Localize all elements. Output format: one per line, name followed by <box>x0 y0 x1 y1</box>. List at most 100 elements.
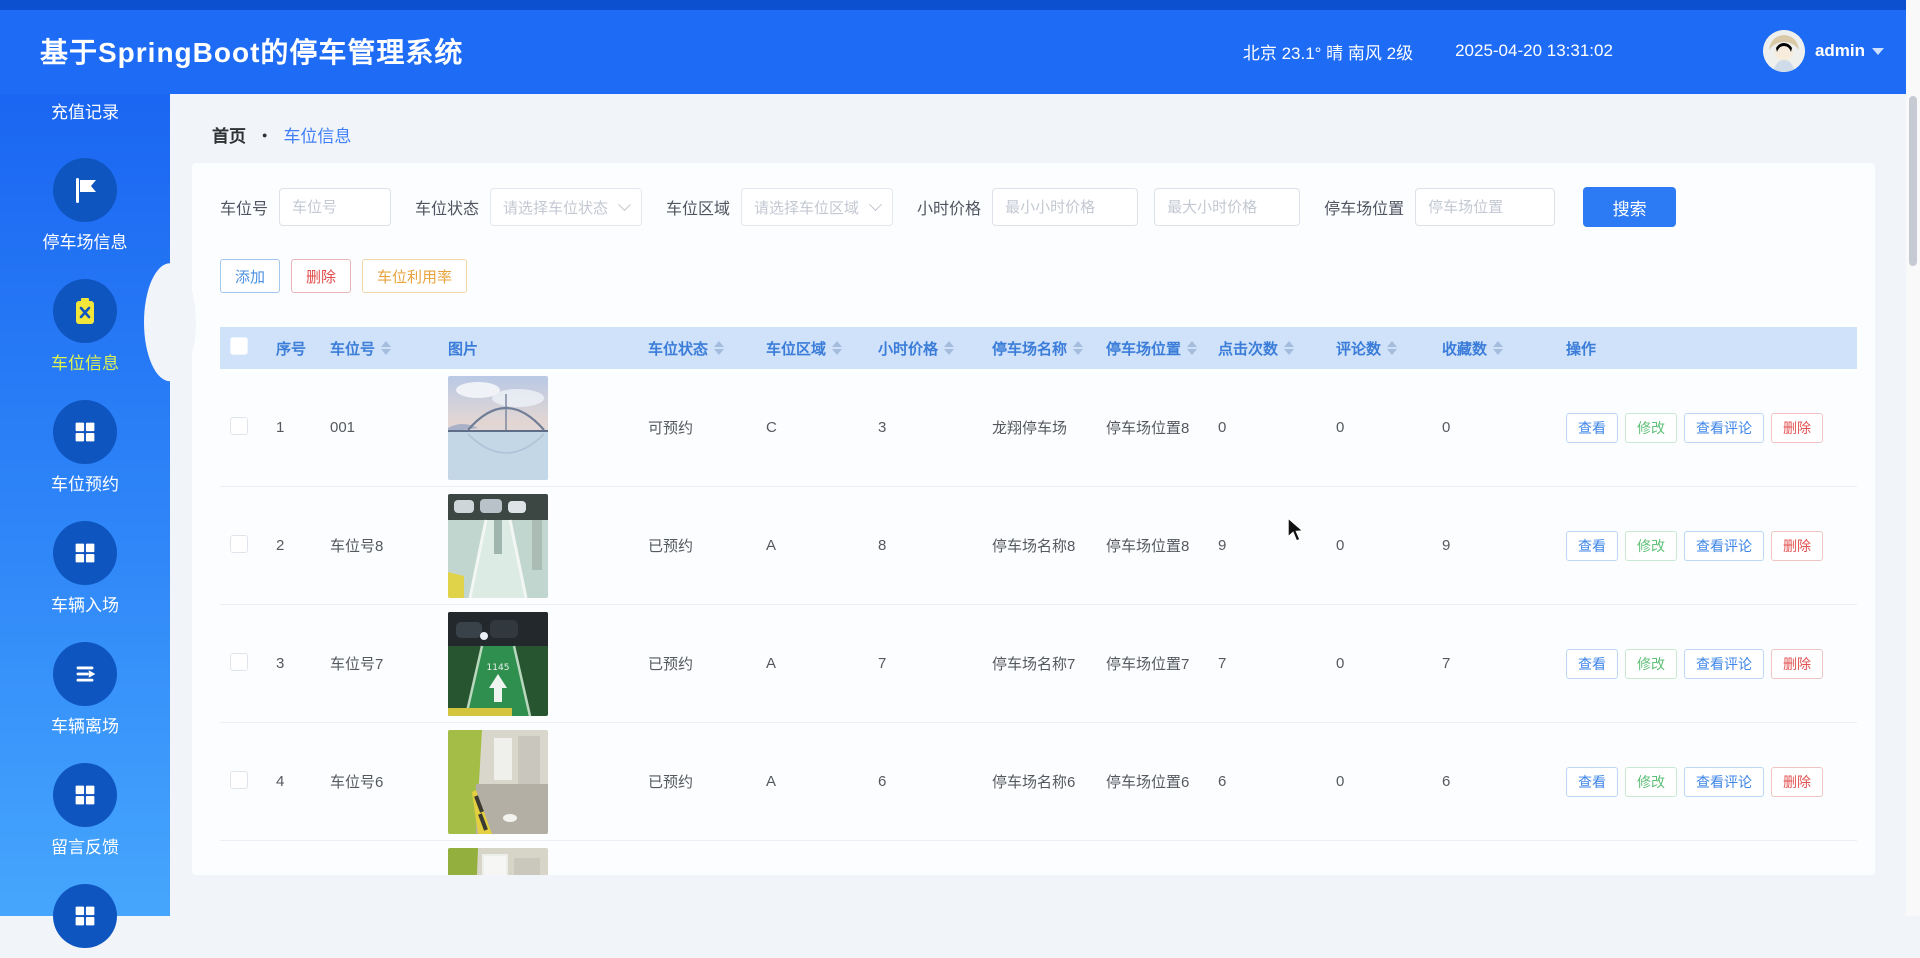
cell-lot-name: 停车场名称5 <box>982 841 1096 876</box>
slot-photo[interactable]: 1145 <box>448 612 548 716</box>
sort-icon[interactable] <box>1387 341 1397 355</box>
sidebar-item-vehicle-entry[interactable]: 车辆入场 <box>0 521 170 617</box>
row-delete-button[interactable]: 删除 <box>1771 767 1823 797</box>
cell-area: A <box>756 841 868 876</box>
sidebar-item-recharge-records[interactable]: 充值记录 <box>0 102 170 124</box>
sort-icon[interactable] <box>1284 341 1294 355</box>
user-menu[interactable]: admin <box>1815 41 1884 61</box>
sidebar-item-vehicle-exit[interactable]: 车辆离场 <box>0 642 170 738</box>
view-button[interactable]: 查看 <box>1566 531 1618 561</box>
cell-area: A <box>756 487 868 605</box>
row-checkbox[interactable] <box>230 653 248 671</box>
cell-price: 8 <box>868 487 982 605</box>
utilization-button[interactable]: 车位利用率 <box>362 259 467 293</box>
scrollbar[interactable] <box>1906 0 1920 916</box>
location-label: 停车场位置 <box>1324 195 1404 219</box>
area-select[interactable]: 请选择车位区域 <box>741 188 893 226</box>
view-button[interactable]: 查看 <box>1566 413 1618 443</box>
sort-icon[interactable] <box>714 341 724 355</box>
view-button[interactable]: 查看 <box>1566 649 1618 679</box>
sidebar-item-parking-lot-info[interactable]: 停车场信息 <box>0 158 170 254</box>
sort-icon[interactable] <box>944 341 954 355</box>
sort-icon[interactable] <box>1493 341 1503 355</box>
edit-button[interactable]: 修改 <box>1625 413 1677 443</box>
row-checkbox[interactable] <box>230 535 248 553</box>
status-select[interactable]: 请选择车位状态 <box>490 188 642 226</box>
chevron-down-icon <box>618 198 631 211</box>
content-panel: 车位号 车位状态 请选择车位状态 车位区域 请选择车位区域 小时价格 停车场位置… <box>192 163 1875 875</box>
price-max-input[interactable] <box>1154 188 1300 226</box>
sort-icon[interactable] <box>381 341 391 355</box>
cell-favorites: 6 <box>1432 723 1556 841</box>
sidebar-item-feedback[interactable]: 留言反馈 <box>0 763 170 859</box>
edit-button[interactable]: 修改 <box>1625 649 1677 679</box>
col-actions: 操作 <box>1566 338 1596 359</box>
flag-icon <box>53 158 117 222</box>
cell-lot-location: 停车场位置8 <box>1096 369 1208 487</box>
parking-slot-icon <box>53 279 117 343</box>
cell-area: A <box>756 605 868 723</box>
sidebar: 充值记录 停车场信息 车位信息 车位预约 <box>0 94 170 916</box>
row-delete-button[interactable]: 删除 <box>1771 413 1823 443</box>
app-title: 基于SpringBoot的停车管理系统 <box>40 31 463 71</box>
edit-button[interactable]: 修改 <box>1625 531 1677 561</box>
cell-favorites: 7 <box>1432 605 1556 723</box>
sidebar-item-more[interactable] <box>0 884 170 958</box>
view-comments-button[interactable]: 查看评论 <box>1684 413 1764 443</box>
row-checkbox[interactable] <box>230 771 248 789</box>
avatar[interactable] <box>1763 30 1805 72</box>
sort-icon[interactable] <box>1187 341 1197 355</box>
slot-photo[interactable] <box>448 730 548 834</box>
exit-list-icon <box>53 642 117 706</box>
view-comments-button[interactable]: 查看评论 <box>1684 531 1764 561</box>
cell-clicks: 9 <box>1208 487 1326 605</box>
sidebar-item-slot-reservation[interactable]: 车位预约 <box>0 400 170 496</box>
sidebar-item-parking-slot-info[interactable]: 车位信息 <box>0 279 170 375</box>
location-input[interactable] <box>1415 188 1555 226</box>
sidebar-item-label: 车位预约 <box>51 474 119 496</box>
view-comments-button[interactable]: 查看评论 <box>1684 767 1764 797</box>
table-row: 4 车位号6 <box>220 723 1857 841</box>
slot-photo[interactable] <box>448 494 548 598</box>
row-delete-button[interactable]: 删除 <box>1771 531 1823 561</box>
table-row: 3 车位号7 <box>220 605 1857 723</box>
scrollbar-thumb[interactable] <box>1909 96 1917 266</box>
col-status: 车位状态 <box>648 338 708 359</box>
cell-slot: 车位号5 <box>320 841 438 876</box>
price-min-input[interactable] <box>992 188 1138 226</box>
col-seq: 序号 <box>276 338 306 359</box>
breadcrumb-current[interactable]: 车位信息 <box>283 122 351 147</box>
row-delete-button[interactable]: 删除 <box>1771 649 1823 679</box>
col-clicks: 点击次数 <box>1218 338 1278 359</box>
cell-slot: 车位号6 <box>320 723 438 841</box>
slot-photo[interactable] <box>448 376 548 480</box>
add-button[interactable]: 添加 <box>220 259 280 293</box>
filter-bar: 车位号 车位状态 请选择车位状态 车位区域 请选择车位区域 小时价格 停车场位置… <box>220 187 1855 227</box>
slot-photo[interactable] <box>448 848 548 876</box>
sort-icon[interactable] <box>832 341 842 355</box>
cell-comments: 0 <box>1326 369 1432 487</box>
active-item-notch <box>144 263 196 381</box>
slot-no-input[interactable] <box>279 188 391 226</box>
edit-button[interactable]: 修改 <box>1625 767 1677 797</box>
delete-button[interactable]: 删除 <box>291 259 351 293</box>
cell-status: 已预约 <box>638 723 756 841</box>
cell-lot-location: 停车场位置6 <box>1096 723 1208 841</box>
username: admin <box>1815 41 1865 61</box>
view-comments-button[interactable]: 查看评论 <box>1684 649 1764 679</box>
sort-icon[interactable] <box>1073 341 1083 355</box>
status-select-placeholder: 请选择车位状态 <box>503 197 608 218</box>
row-checkbox[interactable] <box>230 417 248 435</box>
view-button[interactable]: 查看 <box>1566 767 1618 797</box>
sidebar-item-label: 停车场信息 <box>43 232 128 254</box>
header-right: 北京 23.1° 晴 南风 2级 2025-04-20 13:31:02 adm… <box>1243 22 1884 72</box>
select-all-checkbox[interactable] <box>230 337 248 355</box>
caret-down-icon <box>1872 48 1884 55</box>
cell-status: 已预约 <box>638 605 756 723</box>
col-favorites: 收藏数 <box>1442 338 1487 359</box>
breadcrumb-home[interactable]: 首页 <box>212 122 246 147</box>
cell-favorites: 9 <box>1432 487 1556 605</box>
cell-price: 3 <box>868 369 982 487</box>
search-button[interactable]: 搜索 <box>1583 187 1676 227</box>
table-row: 2 车位号8 <box>220 487 1857 605</box>
